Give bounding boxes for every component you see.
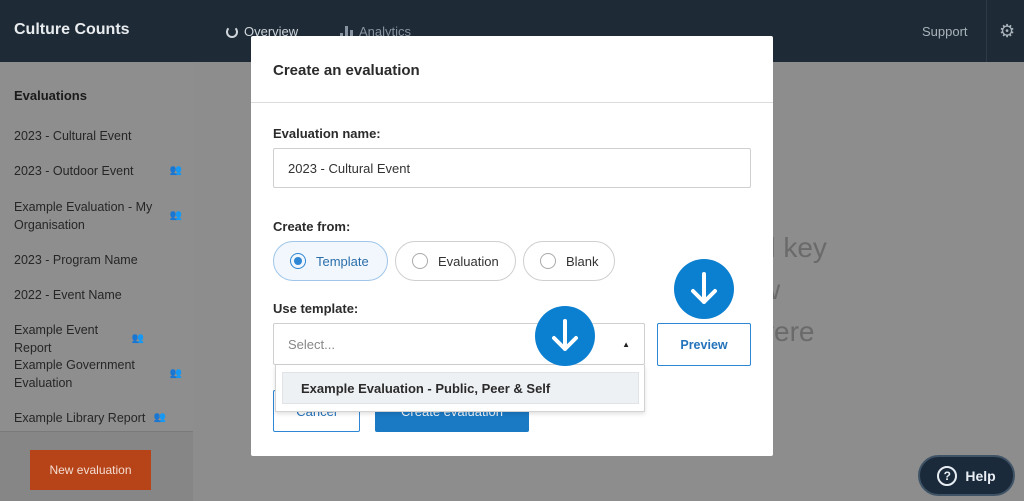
users-icon: 👥 <box>153 412 166 423</box>
gear-icon[interactable]: ⚙ <box>999 21 1015 42</box>
sidebar-item[interactable]: 2023 - Program Name <box>14 251 182 269</box>
template-dropdown-list: Example Evaluation - Public, Peer & Self <box>275 365 645 412</box>
sidebar-item-label: Example Evaluation - My Organisation <box>14 200 153 232</box>
brand-logo[interactable]: Culture Counts <box>14 21 130 39</box>
new-evaluation-button[interactable]: New evaluation <box>30 450 151 490</box>
radio-template[interactable]: Template <box>273 241 388 281</box>
caret-up-icon: ▲ <box>622 339 630 349</box>
radio-blank-label: Blank <box>566 253 599 269</box>
dropdown-option[interactable]: Example Evaluation - Public, Peer & Self <box>282 372 639 404</box>
divider <box>251 102 773 103</box>
radio-evaluation-label: Evaluation <box>438 253 499 269</box>
use-template-label: Use template: <box>273 301 359 316</box>
create-from-label: Create from: <box>273 219 351 234</box>
radio-dot-icon <box>290 253 306 269</box>
question-icon: ? <box>937 465 958 486</box>
sidebar-item-label: Example Event Report <box>14 323 99 355</box>
users-icon: 👥 <box>131 333 144 344</box>
arrow-down-icon <box>674 259 734 319</box>
radio-dot-icon <box>412 253 428 269</box>
sidebar-item-label: 2023 - Program Name <box>14 253 138 267</box>
sidebar-item-label: 2022 - Event Name <box>14 288 122 302</box>
sidebar-item[interactable]: Example Government Evaluation 👥 <box>14 356 182 392</box>
sidebar-item-label: Example Library Report <box>14 411 146 425</box>
sidebar-item-label: 2023 - Outdoor Event <box>14 164 134 178</box>
sidebar-item-label: Example Government Evaluation <box>14 358 135 390</box>
users-icon: 👥 <box>169 210 182 221</box>
sidebar-item[interactable]: Example Evaluation - My Organisation 👥 <box>14 198 182 234</box>
help-button[interactable]: ? Help <box>918 455 1015 496</box>
sidebar: Evaluations 2023 - Cultural Event 2023 -… <box>0 62 193 501</box>
sidebar-item[interactable]: 2023 - Cultural Event <box>14 127 182 145</box>
divider <box>986 0 987 62</box>
users-icon: 👥 <box>169 368 182 379</box>
evaluation-name-label: Evaluation name: <box>273 126 381 141</box>
loading-icon <box>226 25 238 38</box>
sidebar-item[interactable]: Example Library Report 👥 <box>14 409 166 427</box>
modal-title: Create an evaluation <box>273 62 420 79</box>
radio-blank[interactable]: Blank <box>523 241 615 281</box>
sidebar-heading: Evaluations <box>14 88 87 103</box>
radio-evaluation[interactable]: Evaluation <box>395 241 516 281</box>
arrow-down-icon <box>535 306 595 366</box>
help-label: Help <box>965 467 996 484</box>
preview-button[interactable]: Preview <box>657 323 751 366</box>
template-select-placeholder: Select... <box>288 336 335 352</box>
support-link[interactable]: Support <box>922 24 968 39</box>
sidebar-item-label: 2023 - Cultural Event <box>14 129 132 143</box>
sidebar-item[interactable]: 2023 - Outdoor Event 👥 <box>14 162 182 180</box>
sidebar-item[interactable]: Example Event Report 👥 <box>14 321 144 357</box>
evaluation-name-input[interactable] <box>273 148 751 188</box>
radio-dot-icon <box>540 253 556 269</box>
sidebar-item[interactable]: 2022 - Event Name <box>14 286 182 304</box>
radio-template-label: Template <box>316 253 369 269</box>
users-icon: 👥 <box>169 165 182 176</box>
